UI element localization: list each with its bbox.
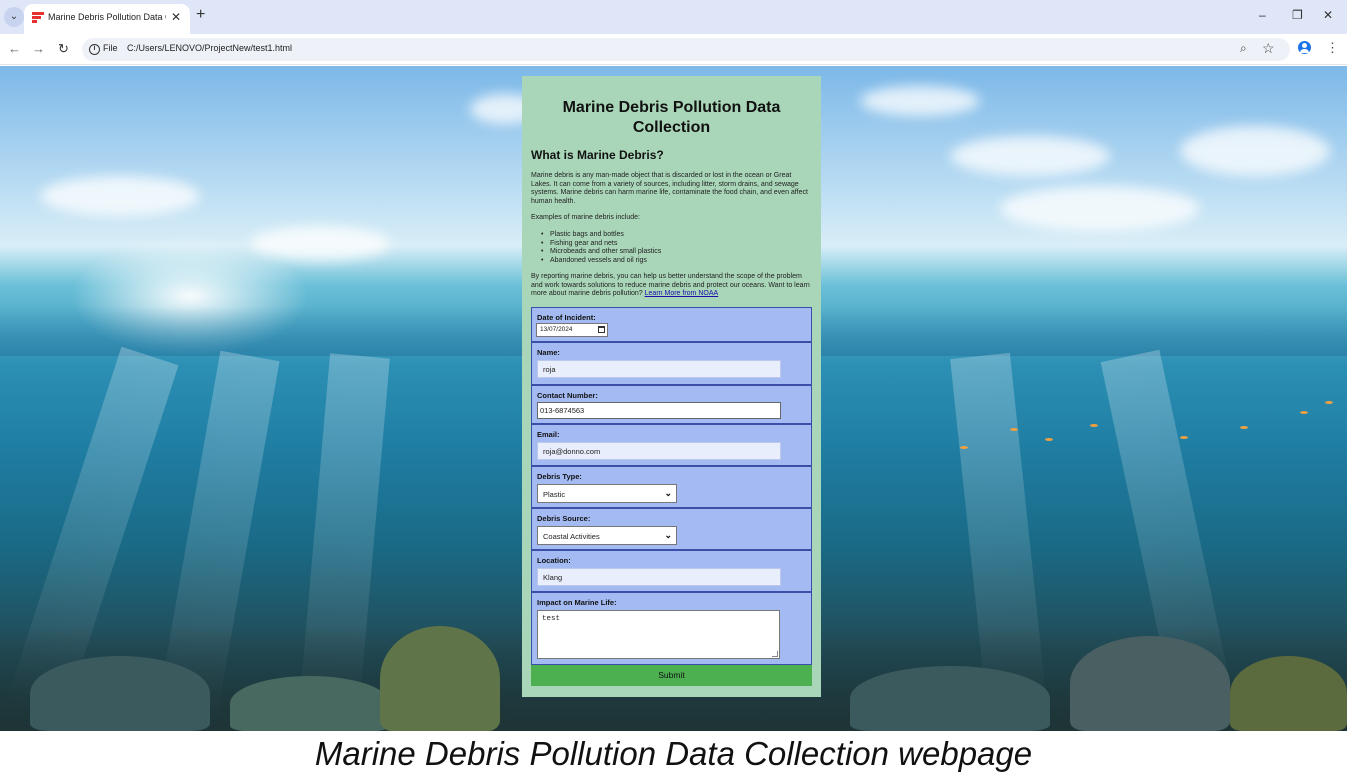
location-field-group: Location: Klang: [531, 550, 812, 592]
contact-field-group: Contact Number: 013-6874563: [531, 385, 812, 424]
date-field-group: Date of Incident: 13/07/2024: [531, 307, 812, 342]
date-label: Date of Incident:: [537, 313, 596, 322]
debris-source-label: Debris Source:: [537, 514, 591, 523]
minimize-button[interactable]: –: [1259, 8, 1266, 22]
resize-handle-icon[interactable]: [772, 651, 778, 657]
date-input[interactable]: 13/07/2024: [536, 323, 608, 337]
location-input[interactable]: Klang: [537, 568, 781, 586]
url-text[interactable]: C:/Users/LENOVO/ProjectNew/test1.html: [127, 43, 292, 53]
examples-list: Plastic bags and bottles Fishing gear an…: [541, 231, 661, 265]
pdf-favicon-icon: [32, 12, 44, 24]
closing-paragraph: By reporting marine debris, you can help…: [531, 273, 812, 299]
zoom-icon[interactable]: ⌕: [1240, 41, 1247, 56]
tab-close-icon[interactable]: ✕: [171, 10, 181, 24]
reload-button[interactable]: ↻: [58, 41, 69, 57]
debris-type-field-group: Debris Type: Plastic ⌄: [531, 466, 812, 508]
list-item: Microbeads and other small plastics: [541, 248, 661, 257]
email-field-group: Email: roja@donno.com: [531, 424, 812, 466]
forward-button[interactable]: →: [32, 41, 45, 56]
contact-input[interactable]: 013-6874563: [537, 402, 781, 419]
address-bar[interactable]: i File C:/Users/LENOVO/ProjectNew/test1.…: [82, 38, 1290, 61]
new-tab-button[interactable]: +: [196, 6, 205, 24]
browser-tab-bar: ⌄ Marine Debris Pollution Data C ✕ + – ❐…: [0, 0, 1347, 34]
tab-title: Marine Debris Pollution Data C: [48, 12, 166, 22]
site-info-icon[interactable]: i: [89, 44, 100, 55]
restore-button[interactable]: ❐: [1292, 8, 1303, 22]
chevron-down-icon: ⌄: [664, 530, 672, 540]
impact-value: test: [542, 615, 561, 623]
name-label: Name:: [537, 348, 560, 357]
contact-label: Contact Number:: [537, 391, 598, 400]
list-item: Abandoned vessels and oil rigs: [541, 257, 661, 266]
date-value: 13/07/2024: [540, 326, 573, 333]
debris-source-field-group: Debris Source: Coastal Activities ⌄: [531, 508, 812, 550]
bookmark-star-icon[interactable]: ☆: [1262, 40, 1275, 57]
debris-source-value: Coastal Activities: [543, 532, 600, 541]
figure-caption: Marine Debris Pollution Data Collection …: [314, 735, 1033, 772]
debris-type-value: Plastic: [543, 490, 566, 499]
impact-label: Impact on Marine Life:: [537, 598, 617, 607]
profile-avatar-icon[interactable]: [1298, 41, 1311, 54]
page-title: Marine Debris Pollution Data Collection: [562, 99, 781, 136]
chevron-down-icon: ⌄: [664, 488, 672, 498]
name-input[interactable]: roja: [537, 360, 781, 378]
browser-tab[interactable]: Marine Debris Pollution Data C ✕: [24, 4, 190, 34]
intro-paragraph: Marine debris is any man-made object tha…: [531, 172, 808, 205]
list-item: Plastic bags and bottles: [541, 231, 661, 240]
email-label: Email:: [537, 430, 560, 439]
name-field-group: Name: roja: [531, 342, 812, 385]
page-viewport: Marine Debris Pollution Data Collection …: [0, 66, 1347, 731]
location-label: Location:: [537, 556, 571, 565]
email-input[interactable]: roja@donno.com: [537, 442, 781, 460]
list-item: Fishing gear and nets: [541, 240, 661, 249]
back-button[interactable]: ←: [8, 41, 21, 56]
submit-button[interactable]: Submit: [531, 665, 812, 686]
debris-type-label: Debris Type:: [537, 472, 582, 481]
debris-source-select[interactable]: Coastal Activities ⌄: [537, 526, 677, 545]
learn-more-link[interactable]: Learn More from NOAA: [645, 290, 719, 297]
form-card: Marine Debris Pollution Data Collection …: [522, 76, 821, 697]
file-label: File: [103, 43, 118, 53]
debris-type-select[interactable]: Plastic ⌄: [537, 484, 677, 503]
impact-textarea[interactable]: test: [537, 610, 780, 659]
browser-menu-icon[interactable]: ⋮: [1326, 40, 1339, 56]
browser-toolbar: ← → ↻ i File C:/Users/LENOVO/ProjectNew/…: [0, 34, 1347, 65]
close-window-button[interactable]: ✕: [1323, 8, 1333, 22]
calendar-icon[interactable]: [598, 326, 605, 333]
intro-heading: What is Marine Debris?: [531, 148, 664, 162]
examples-intro: Examples of marine debris include:: [531, 214, 640, 221]
tab-search-button[interactable]: ⌄: [4, 7, 24, 27]
impact-field-group: Impact on Marine Life: test: [531, 592, 812, 665]
